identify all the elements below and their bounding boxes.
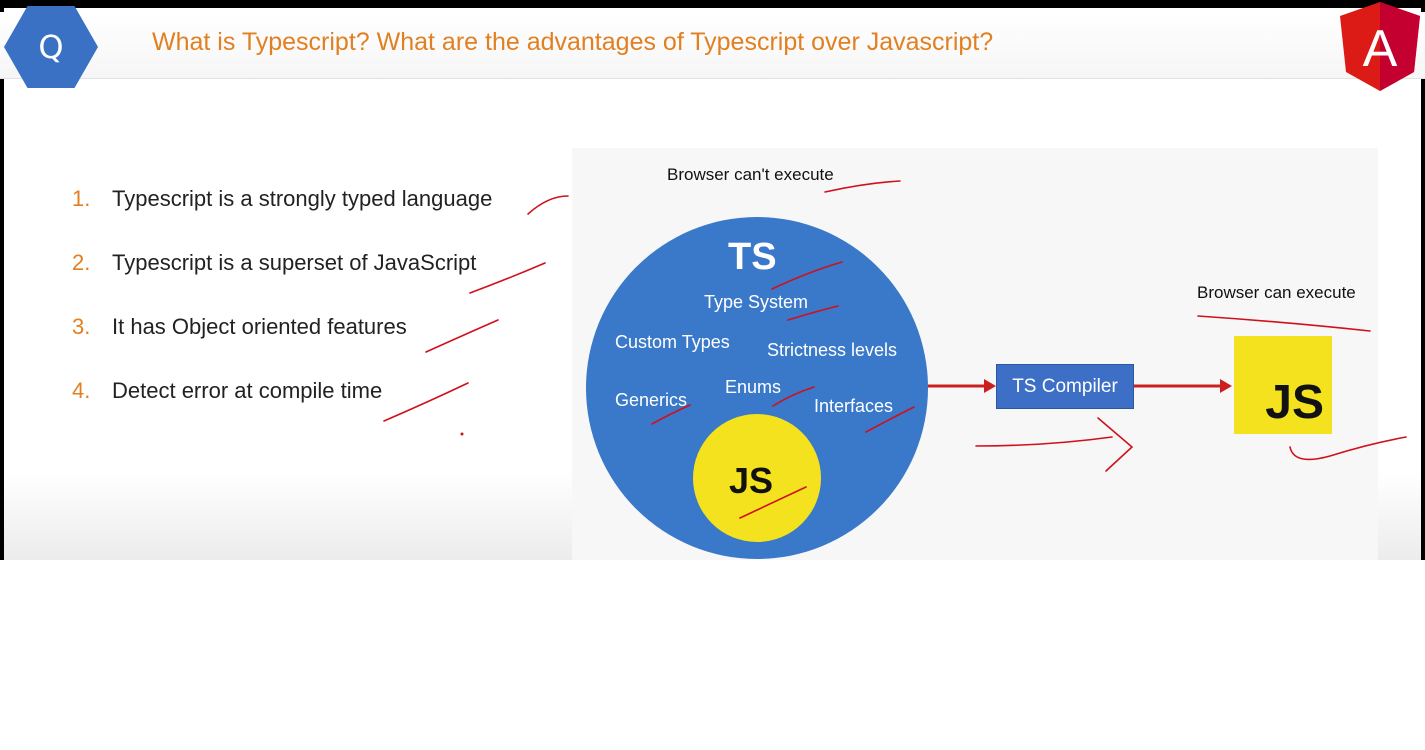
feature-type-system: Type System (704, 292, 809, 312)
inner-js-label: JS (729, 460, 774, 501)
arrow-head-icon (1220, 379, 1232, 393)
feature-strictness-levels: Strictness levels (767, 340, 898, 360)
ts-compiler-box: TS Compiler (996, 364, 1134, 409)
browser-can-execute-label: Browser can execute (1197, 283, 1356, 302)
arrow-head-icon (984, 379, 996, 393)
browser-cant-execute-label: Browser can't execute (667, 165, 834, 184)
js-output-logo: JS (1234, 336, 1332, 434)
ts-title: TS (728, 236, 777, 278)
feature-interfaces: Interfaces (814, 396, 894, 416)
typescript-circle-graphic (586, 217, 1232, 559)
feature-generics: Generics (615, 390, 688, 410)
feature-custom-types: Custom Types (615, 332, 730, 352)
feature-enums: Enums (725, 377, 782, 397)
